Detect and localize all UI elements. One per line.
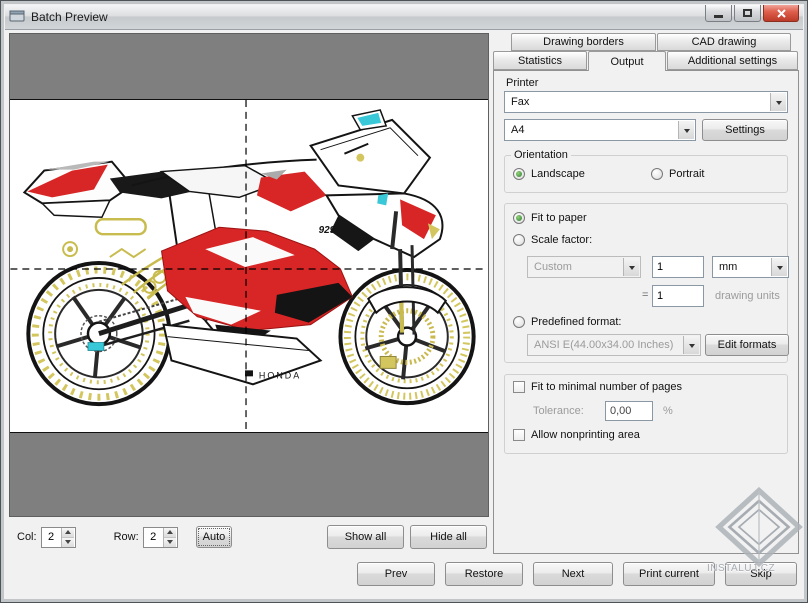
edit-formats-button[interactable]: Edit formats [705,334,789,356]
printer-label: Printer [506,77,538,89]
drawing-units-input[interactable] [652,285,704,307]
footer-buttons: Prev Restore Next Print current Skip [1,562,797,588]
percent-label: % [663,405,673,417]
output-tab-page: Printer Fax A4 Settings Orientation Land… [493,70,799,554]
fit-to-paper-radio[interactable] [513,212,525,224]
hide-all-button[interactable]: Hide all [410,525,487,549]
drawing-units-label: drawing units [715,290,780,302]
predefined-format-value: ANSI E(44.00x34.00 Inches) [534,339,673,351]
batch-preview-window: Batch Preview [0,0,808,603]
col-down-button[interactable] [62,538,74,547]
scale-unit-select[interactable]: mm [712,256,789,278]
scale-mode-select[interactable]: Custom [527,256,641,278]
tab-drawing-borders[interactable]: Drawing borders [511,33,656,51]
tab-additional-settings[interactable]: Additional settings [667,51,798,70]
col-label: Col: [17,531,37,543]
next-button[interactable]: Next [533,562,613,586]
scale-unit-value: mm [719,261,737,273]
tolerance-input[interactable] [605,401,653,421]
allow-nonprinting-checkbox[interactable] [513,429,525,441]
title-bar[interactable]: Batch Preview [5,5,803,30]
skip-button[interactable]: Skip [725,562,797,586]
scale-factor-radio[interactable] [513,234,525,246]
row-up-button[interactable] [164,528,176,538]
preview-panel: HONDA 929 [9,33,489,517]
row-input[interactable] [144,528,163,547]
chevron-down-icon [678,121,694,139]
printer-select[interactable]: Fax [504,91,788,113]
orientation-group: Orientation Landscape Portrait [504,155,788,193]
chevron-down-icon [770,93,786,111]
equals-sign: = [642,289,648,301]
scale-mode-value: Custom [534,261,572,273]
drawing-brand-text: HONDA [259,370,301,380]
row-spinner[interactable] [143,527,178,548]
app-icon [9,9,25,26]
auto-button[interactable]: Auto [196,526,233,548]
portrait-label: Portrait [669,168,704,180]
tab-cad-drawing[interactable]: CAD drawing [657,33,791,51]
prev-button[interactable]: Prev [357,562,435,586]
portrait-radio[interactable] [651,168,663,180]
chevron-down-icon [771,258,787,276]
row-label: Row: [114,531,139,543]
predefined-format-radio[interactable] [513,316,525,328]
fit-minimal-pages-checkbox[interactable] [513,381,525,393]
scale-factor-label: Scale factor: [531,234,592,246]
restore-button[interactable]: Restore [445,562,523,586]
motorcycle-cad-drawing: HONDA 929 [10,100,488,432]
orientation-label: Orientation [511,149,571,161]
scale-value-input[interactable] [652,256,704,278]
minimize-button[interactable] [705,5,732,22]
fit-to-paper-label: Fit to paper [531,212,587,224]
preview-controls: Col: Row: Auto Show all Hide all [9,522,489,552]
chevron-down-icon [623,258,639,276]
tolerance-label: Tolerance: [533,405,584,417]
col-input[interactable] [42,528,61,547]
row-down-button[interactable] [164,538,176,547]
landscape-label: Landscape [531,168,585,180]
fit-minimal-pages-label: Fit to minimal number of pages [531,381,682,393]
col-spinner[interactable] [41,527,76,548]
col-up-button[interactable] [62,528,74,538]
close-icon [777,9,786,18]
paper-size-value: A4 [511,124,524,136]
show-all-button[interactable]: Show all [327,525,404,549]
close-button[interactable] [763,5,799,22]
predefined-format-label: Predefined format: [531,316,622,328]
paper-page[interactable]: HONDA 929 [10,99,488,433]
paper-size-select[interactable]: A4 [504,119,696,141]
settings-button[interactable]: Settings [702,119,788,141]
printer-value: Fax [511,96,529,108]
tab-statistics[interactable]: Statistics [493,51,587,70]
predefined-format-select[interactable]: ANSI E(44.00x34.00 Inches) [527,334,701,356]
scale-options-group: Fit to paper Scale factor: Custom mm = d [504,203,788,363]
drawing-model-text: 929 [319,225,336,236]
landscape-radio[interactable] [513,168,525,180]
minimize-icon [714,15,723,18]
pages-options-group: Fit to minimal number of pages Tolerance… [504,374,788,454]
tab-output[interactable]: Output [588,51,666,71]
print-current-button[interactable]: Print current [623,562,715,586]
allow-nonprinting-label: Allow nonprinting area [531,429,640,441]
settings-panel: Drawing borders CAD drawing Statistics O… [493,33,799,554]
chevron-down-icon [683,336,699,354]
maximize-icon [743,9,752,17]
maximize-button[interactable] [734,5,761,22]
window-title: Batch Preview [31,10,108,24]
